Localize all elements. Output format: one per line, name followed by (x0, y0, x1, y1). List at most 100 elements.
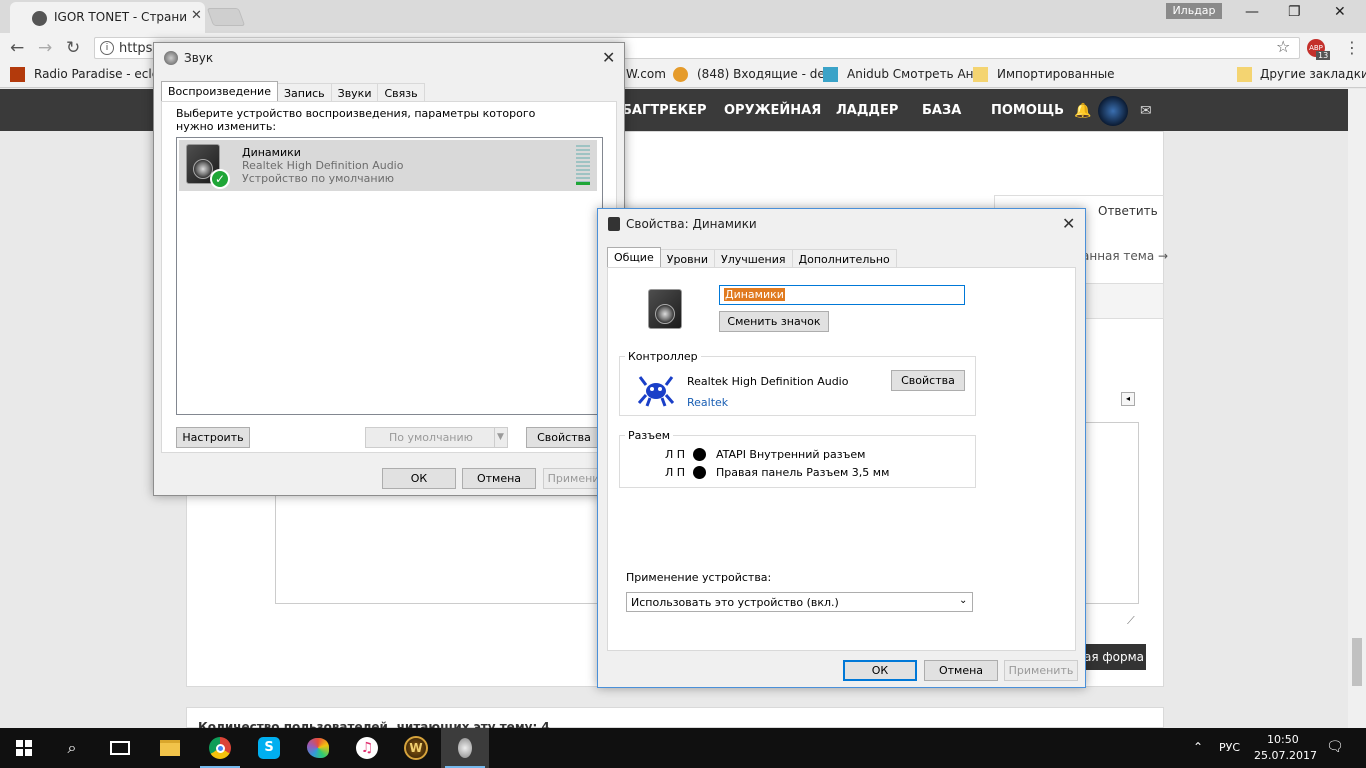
jacks-group (619, 435, 976, 488)
folder-icon (973, 67, 988, 82)
next-topic-link[interactable]: анная тема → (1082, 249, 1168, 263)
notifications-icon[interactable]: 🗨 (1326, 739, 1344, 755)
nav-armory[interactable]: ОРУЖЕЙНАЯ (724, 103, 821, 118)
properties-close-icon[interactable]: ✕ (1062, 214, 1075, 233)
close-window-icon[interactable]: ✕ (1334, 4, 1346, 20)
device-list[interactable]: ✓ Динамики Realtek High Definition Audio… (176, 137, 603, 415)
set-default-button[interactable]: По умолчанию ▼ (365, 427, 508, 448)
chevron-down-icon[interactable]: ▼ (497, 428, 504, 447)
sound-close-icon[interactable]: ✕ (602, 48, 615, 67)
bookmark-other[interactable]: Другие закладки (1260, 67, 1366, 81)
input-language[interactable]: РУС (1219, 741, 1240, 754)
bookmark-radio-paradise[interactable]: Radio Paradise - ecle (34, 67, 159, 81)
playback-instruction: Выберите устройство воспроизведения, пар… (176, 107, 536, 133)
clock-date[interactable]: 25.07.2017 (1254, 749, 1317, 762)
device-name-input[interactable]: Динамики (719, 285, 965, 305)
sound-ok-button[interactable]: ОК (382, 468, 456, 489)
properties-ok-button[interactable]: ОК (843, 660, 917, 681)
playback-properties-button[interactable]: Свойства (526, 427, 602, 448)
itunes-icon[interactable]: ♫ (343, 728, 391, 768)
reply-link[interactable]: Ответить (1098, 204, 1158, 218)
device-usage-value: Использовать это устройство (вкл.) (631, 596, 839, 609)
device-name: Динамики (242, 146, 301, 159)
nav-bugtracker[interactable]: БАГТРЕКЕР (622, 103, 707, 118)
properties-cancel-button[interactable]: Отмена (924, 660, 998, 681)
extension-badge: 13 (1316, 51, 1331, 60)
device-name-value: Динамики (724, 288, 785, 301)
browser-tabstrip: IGOR TONET - Страница ✕ Ильдар — ❐ ✕ (0, 0, 1366, 33)
chevron-down-icon: ⌄ (959, 595, 968, 606)
resize-handle-icon[interactable]: ⟋ (1127, 614, 1135, 628)
anidub-icon (823, 67, 838, 82)
avatar[interactable] (1098, 96, 1128, 126)
info-icon[interactable]: i (100, 41, 114, 55)
device-large-speaker-icon (648, 289, 682, 329)
browser-tab[interactable]: IGOR TONET - Страница ✕ (10, 2, 205, 33)
forward-icon[interactable]: → (38, 38, 52, 58)
tab-general[interactable]: Общие (607, 247, 661, 269)
skype-icon[interactable]: S (245, 728, 293, 768)
profile-name[interactable]: Ильдар (1166, 3, 1222, 19)
bookmark-anidub[interactable]: Anidub Смотреть Ан (847, 67, 974, 81)
bell-icon[interactable]: 🔔 (1074, 103, 1091, 119)
sound-speaker-icon (164, 51, 178, 65)
bookmark-star-icon[interactable]: ☆ (1276, 37, 1290, 56)
warcraft-icon[interactable]: W (392, 728, 440, 768)
readers-count: Количество пользователей, читающих эту т… (198, 720, 550, 728)
sound-dialog-title: Звук (184, 51, 214, 65)
jack-color-icon (693, 448, 706, 461)
url-text: https: (119, 41, 157, 56)
jack-name: ATAPI Внутренний разъем (716, 448, 866, 461)
clock-time[interactable]: 10:50 (1267, 733, 1299, 746)
sound-cancel-button[interactable]: Отмена (462, 468, 536, 489)
reload-icon[interactable]: ↻ (66, 38, 80, 58)
page-scrollbar[interactable] (1348, 89, 1366, 728)
task-view-icon[interactable] (96, 728, 144, 768)
configure-button[interactable]: Настроить (176, 427, 250, 448)
device-row-speakers[interactable]: ✓ Динамики Realtek High Definition Audio… (179, 140, 597, 191)
start-windows-icon[interactable] (0, 728, 48, 768)
site-favicon-icon (32, 11, 47, 26)
radio-paradise-icon (10, 67, 25, 82)
new-tab-button[interactable] (206, 8, 246, 26)
chrome-icon[interactable] (196, 728, 244, 768)
nav-help[interactable]: ПОМОЩЬ (991, 103, 1064, 118)
jack-channels: Л П (665, 448, 686, 461)
nav-ladder[interactable]: ЛАДДЕР (836, 103, 898, 118)
device-driver: Realtek High Definition Audio (242, 159, 404, 172)
minimize-icon[interactable]: — (1245, 4, 1259, 20)
mail-icon[interactable]: ✉ (1140, 103, 1152, 119)
bookmark-imported[interactable]: Импортированные (997, 67, 1115, 81)
back-icon[interactable]: ← (10, 38, 24, 58)
bookmark-w-com[interactable]: W.com (626, 67, 666, 81)
tab-playback[interactable]: Воспроизведение (161, 81, 278, 103)
device-usage-select[interactable]: Использовать это устройство (вкл.) ⌄ (626, 592, 973, 612)
paint-icon[interactable] (294, 728, 342, 768)
controller-label: Контроллер (625, 350, 701, 363)
scrollbar-thumb[interactable] (1352, 638, 1362, 686)
collapse-arrow-icon[interactable]: ◂ (1121, 392, 1135, 406)
tab-title: IGOR TONET - Страница (54, 10, 186, 24)
tray-chevron-up-icon[interactable]: ⌃ (1193, 740, 1203, 754)
controller-properties-button[interactable]: Свойства (891, 370, 965, 391)
browser-menu-icon[interactable]: ⋮ (1344, 38, 1360, 57)
sound-settings-taskbar-icon[interactable] (441, 728, 489, 768)
nav-base[interactable]: БАЗА (922, 103, 961, 118)
jack-name: Правая панель Разъем 3,5 мм (716, 466, 890, 479)
playback-panel: Выберите устройство воспроизведения, пар… (161, 101, 617, 453)
change-icon-button[interactable]: Сменить значок (719, 311, 829, 332)
folder-icon (1237, 67, 1252, 82)
set-default-label: По умолчанию (389, 431, 473, 444)
properties-apply-button[interactable]: Применить (1004, 660, 1078, 681)
file-explorer-icon[interactable] (146, 728, 194, 768)
controller-name: Realtek High Definition Audio (687, 375, 849, 388)
submit-button[interactable]: ая форма (1080, 644, 1146, 670)
restore-icon[interactable]: ❐ (1288, 4, 1301, 20)
general-panel: Динамики Сменить значок Контроллер Realt… (607, 267, 1076, 651)
search-icon[interactable]: ⌕ (48, 728, 96, 768)
tab-close-icon[interactable]: ✕ (191, 8, 202, 23)
bookmark-inbox[interactable]: (848) Входящие - de (697, 67, 825, 81)
device-status: Устройство по умолчанию (242, 172, 395, 185)
jack-channels: Л П (665, 466, 686, 479)
jack-color-icon (693, 466, 706, 479)
